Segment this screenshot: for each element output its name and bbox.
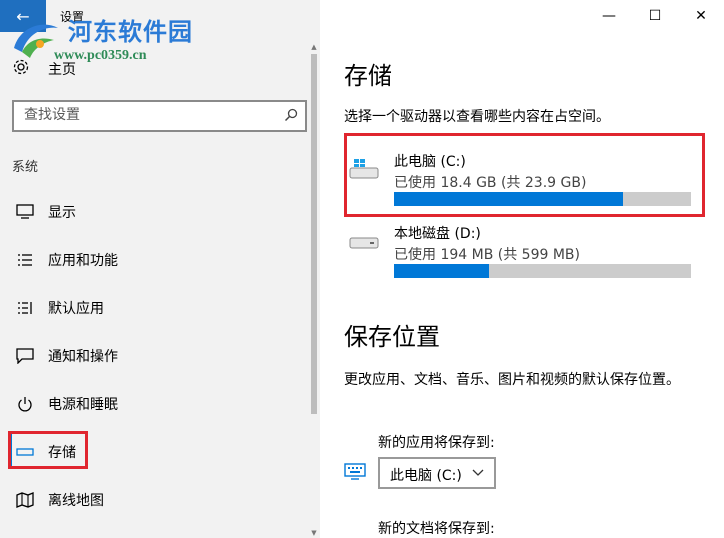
highlight-box <box>8 431 88 469</box>
page-title: 存储 <box>344 62 392 90</box>
apps-list-icon <box>15 250 35 270</box>
sidebar-item-power[interactable]: 电源和睡眠 <box>0 384 305 424</box>
scroll-down-arrow-icon[interactable]: ▼ <box>309 528 319 538</box>
docs-save-label: 新的文档将保存到: <box>378 521 495 537</box>
maximize-button[interactable]: ☐ <box>632 0 678 32</box>
section-heading-system: 系统 <box>12 160 39 175</box>
save-locations-title: 保存位置 <box>344 323 440 351</box>
search-box[interactable] <box>12 100 307 132</box>
main-content: 存储 选择一个驱动器以查看哪些内容在占空间。 此电脑 (C:) 已使用 18.4… <box>320 32 724 538</box>
window-controls: — ☐ ✕ <box>586 0 724 32</box>
sidebar-item-label: 应用和功能 <box>48 253 118 269</box>
drive-usage: 已使用 194 MB (共 599 MB) <box>394 247 580 263</box>
search-icon[interactable] <box>283 107 299 123</box>
sidebar-item-display[interactable]: 显示 <box>0 192 305 232</box>
scroll-thumb[interactable] <box>311 54 317 414</box>
sidebar-item-apps[interactable]: 应用和功能 <box>0 240 305 280</box>
save-locations-description: 更改应用、文档、音乐、图片和视频的默认保存位置。 <box>344 372 680 388</box>
scroll-up-arrow-icon[interactable]: ▲ <box>309 42 319 52</box>
dropdown-value: 此电脑 (C:) <box>390 468 462 484</box>
drive-item-d[interactable]: 本地磁盘 (D:) 已使用 194 MB (共 599 MB) <box>344 210 704 278</box>
default-apps-icon <box>15 298 35 318</box>
drive-usage-fill <box>394 264 490 278</box>
title-bar: ← 设置 <box>0 0 320 32</box>
notification-icon <box>15 346 35 366</box>
monitor-icon <box>344 463 366 480</box>
sidebar-item-default-apps[interactable]: 默认应用 <box>0 288 305 328</box>
minimize-button[interactable]: — <box>586 0 632 32</box>
chevron-down-icon <box>472 469 484 476</box>
back-arrow-icon: ← <box>16 6 30 26</box>
drive-usage-bar <box>394 264 691 278</box>
sidebar-item-label: 通知和操作 <box>48 349 118 365</box>
page-description: 选择一个驱动器以查看哪些内容在占空间。 <box>344 109 610 125</box>
sidebar: ← 设置 主页 系统 显示 应用和功能 默认应用 <box>0 0 320 538</box>
maximize-icon: ☐ <box>648 8 662 24</box>
drive-item-c[interactable]: 此电脑 (C:) 已使用 18.4 GB (共 23.9 GB) <box>344 138 704 206</box>
back-button[interactable]: ← <box>0 0 46 32</box>
drive-name: 此电脑 (C:) <box>394 154 466 170</box>
sidebar-scrollbar[interactable]: ▲ ▼ <box>309 42 319 538</box>
drive-name: 本地磁盘 (D:) <box>394 226 481 242</box>
sidebar-item-offline-maps[interactable]: 离线地图 <box>0 480 305 520</box>
gear-icon <box>12 58 34 80</box>
sidebar-item-label: 显示 <box>48 205 76 221</box>
hard-drive-icon <box>349 237 379 249</box>
sidebar-item-notifications[interactable]: 通知和操作 <box>0 336 305 376</box>
minimize-icon: — <box>602 8 616 24</box>
apps-save-dropdown[interactable]: 此电脑 (C:) <box>378 457 496 489</box>
apps-save-label: 新的应用将保存到: <box>378 435 495 451</box>
sidebar-item-label: 离线地图 <box>48 493 104 509</box>
sidebar-item-label: 主页 <box>48 62 76 78</box>
drive-usage-fill <box>394 192 623 206</box>
power-icon <box>15 394 35 414</box>
sidebar-item-label: 默认应用 <box>48 301 104 317</box>
window-title: 设置 <box>60 10 85 24</box>
drive-usage: 已使用 18.4 GB (共 23.9 GB) <box>394 175 587 191</box>
drive-usage-bar <box>394 192 691 206</box>
sidebar-item-home[interactable]: 主页 <box>12 56 76 82</box>
windows-drive-icon <box>349 159 379 179</box>
sidebar-item-label: 电源和睡眠 <box>48 397 118 413</box>
display-icon <box>15 202 35 222</box>
close-button[interactable]: ✕ <box>678 0 724 32</box>
close-icon: ✕ <box>695 8 707 24</box>
map-icon <box>15 490 35 510</box>
search-input[interactable] <box>24 107 274 123</box>
